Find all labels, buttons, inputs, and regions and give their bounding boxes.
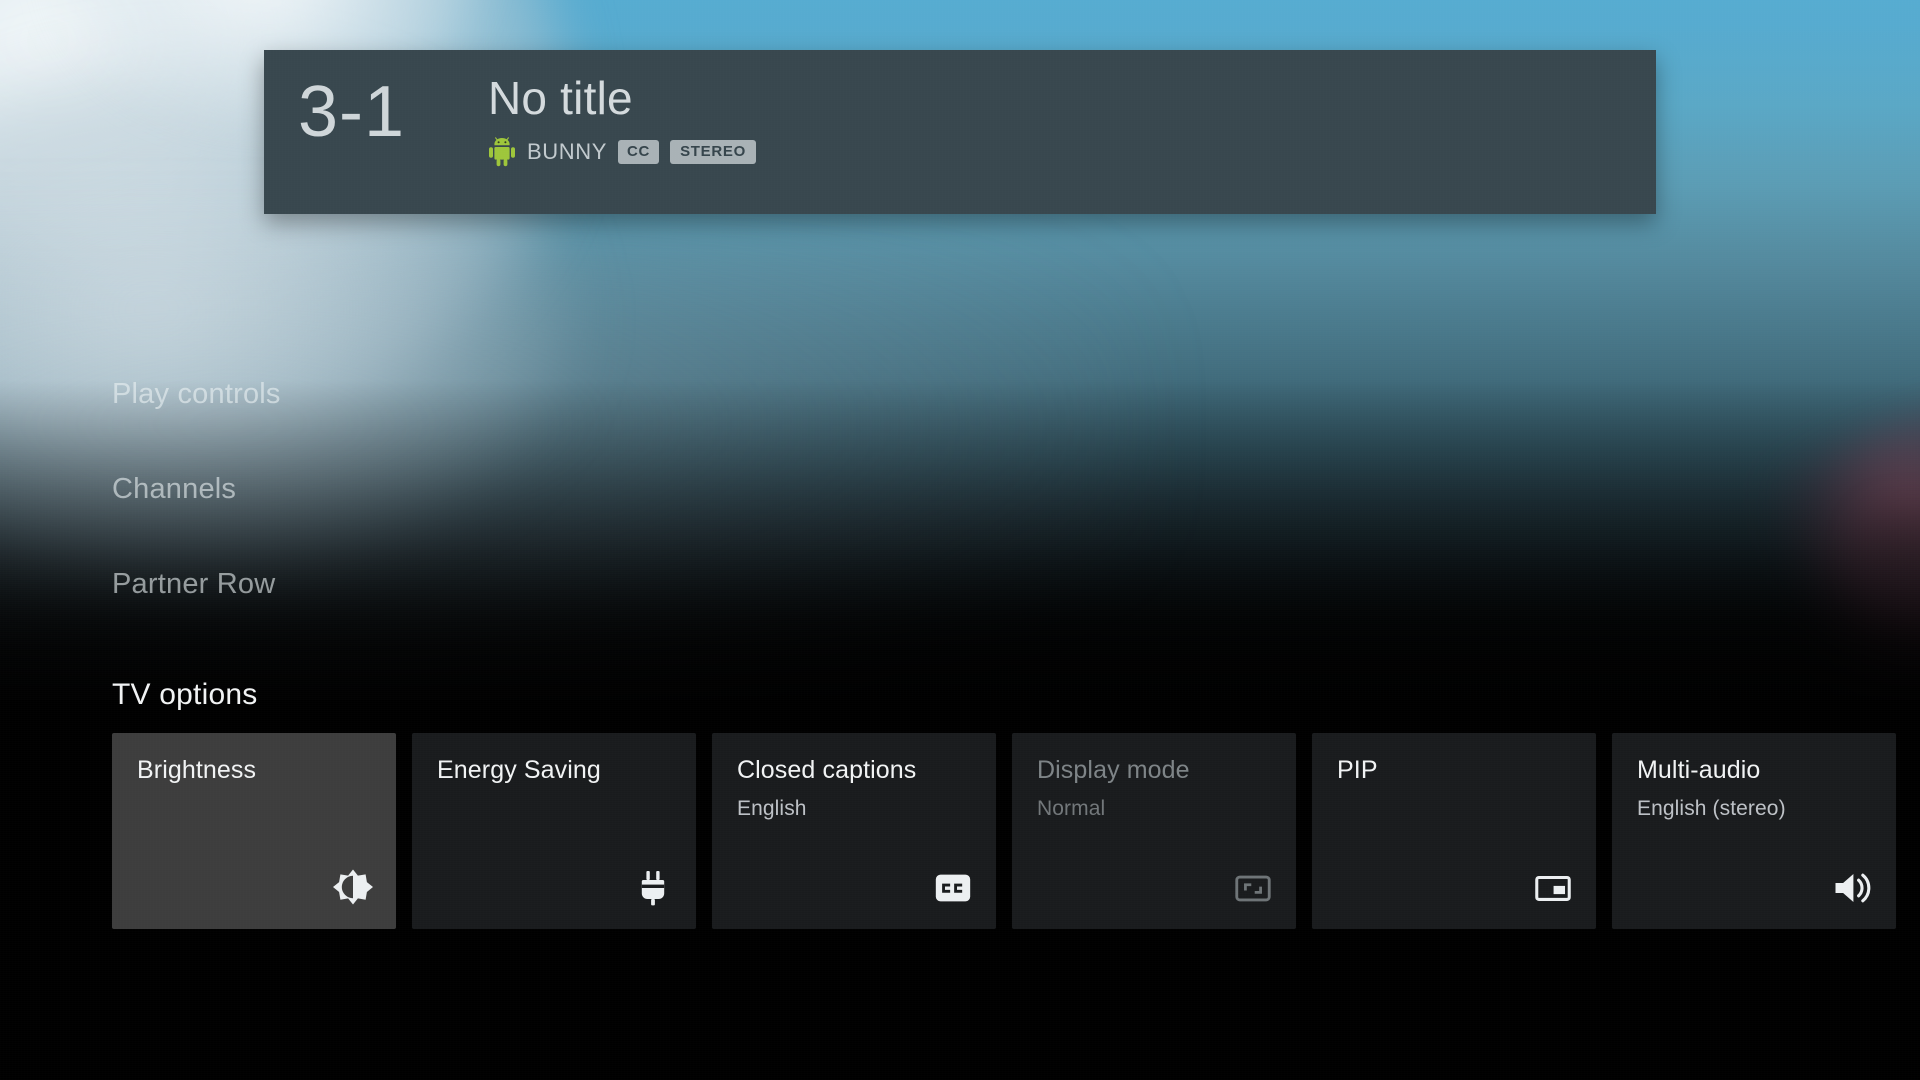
program-title: No title — [488, 72, 633, 124]
card-title: Brightness — [137, 756, 257, 784]
closed-caption-badge: CC — [618, 139, 660, 164]
card-title: Multi-audio — [1637, 756, 1761, 784]
card-title: Energy Saving — [437, 756, 601, 784]
tv-option-card-multi-audio[interactable]: Multi-audio English (stereo) — [1612, 733, 1896, 929]
card-subtitle: Normal — [1037, 797, 1106, 820]
tv-options-card-row: Brightness Energy Saving Closed captions… — [112, 733, 1912, 929]
program-info: No title BUNNY CC STEREO — [488, 50, 1656, 167]
channel-number: 3-1 — [298, 72, 406, 152]
channel-info-banner: 3-1 No title BUNNY CC STEREO — [264, 50, 1656, 214]
menu-item-channels[interactable]: Channels — [112, 475, 281, 504]
tv-option-card-display-mode: Display mode Normal — [1012, 733, 1296, 929]
tv-option-card-closed-captions[interactable]: Closed captions English — [712, 733, 996, 929]
closed-caption-icon — [930, 865, 976, 911]
picture-in-picture-icon — [1530, 865, 1576, 911]
program-source-label: BUNNY — [527, 138, 608, 164]
menu-item-play-controls[interactable]: Play controls — [112, 380, 281, 409]
volume-up-icon — [1830, 865, 1876, 911]
stereo-audio-badge: STEREO — [670, 139, 756, 164]
program-metadata-row: BUNNY CC STEREO — [488, 136, 1656, 167]
quick-settings-menu: Play controls Channels Partner Row — [112, 380, 281, 599]
tv-option-card-pip[interactable]: PIP — [1312, 733, 1596, 929]
card-subtitle: English (stereo) — [1637, 797, 1786, 820]
android-robot-icon — [488, 136, 516, 167]
tv-option-card-brightness[interactable]: Brightness — [112, 733, 396, 929]
android-tv-screen: 3-1 No title BUNNY CC STEREO Play contro… — [0, 0, 1920, 1080]
card-subtitle: English — [737, 797, 807, 820]
power-plug-icon — [630, 865, 676, 911]
brightness-icon — [330, 865, 376, 911]
tv-options-heading: TV options — [112, 678, 258, 711]
menu-item-partner-row[interactable]: Partner Row — [112, 570, 281, 599]
tv-option-card-energy-saving[interactable]: Energy Saving — [412, 733, 696, 929]
card-title: Closed captions — [737, 756, 917, 784]
card-title: Display mode — [1037, 756, 1190, 784]
card-title: PIP — [1337, 756, 1378, 784]
aspect-ratio-icon — [1230, 865, 1276, 911]
